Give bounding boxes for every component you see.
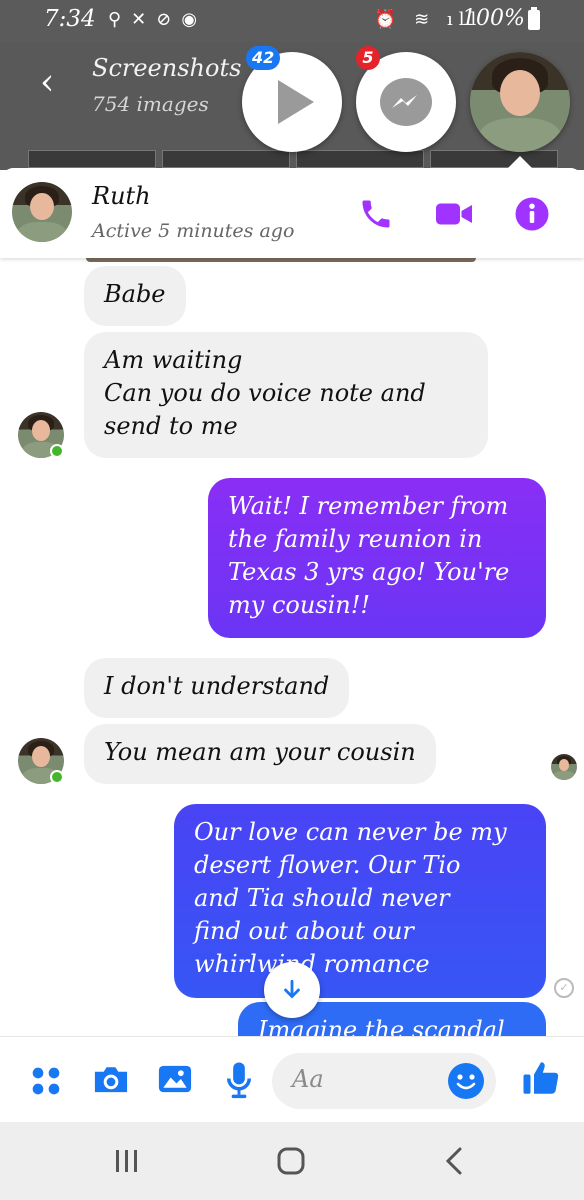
- composer-bar: Aa: [0, 1036, 584, 1122]
- message-outgoing[interactable]: Wait! I remember from the family reunion…: [208, 478, 546, 638]
- sheet-pointer: [508, 156, 532, 168]
- message-incoming[interactable]: You mean am your cousin: [84, 724, 436, 784]
- arrow-down-icon: [284, 979, 300, 999]
- battery-icon: [528, 7, 540, 30]
- online-indicator: [50, 444, 64, 458]
- gallery-thumbnails: [28, 150, 558, 168]
- notification-icons: ⚲✕⊘◉: [108, 9, 208, 30]
- camera-icon[interactable]: [92, 1061, 130, 1101]
- read-receipt-avatar: [551, 754, 577, 780]
- gallery-icon[interactable]: [156, 1061, 194, 1101]
- avatar: [470, 52, 570, 152]
- gallery-count: 754 images: [92, 92, 209, 116]
- online-indicator: [50, 770, 64, 784]
- scroll-to-bottom-button[interactable]: [264, 962, 320, 1018]
- status-time: 7:34: [44, 6, 96, 32]
- messenger-chat-head[interactable]: 5: [356, 46, 456, 152]
- active-status: Active 5 minutes ago: [92, 220, 295, 242]
- sender-avatar[interactable]: [18, 412, 64, 458]
- sent-check-icon: ✓: [554, 978, 574, 998]
- thumbs-up-icon[interactable]: [520, 1057, 562, 1103]
- message-incoming[interactable]: Am waiting Can you do voice note and sen…: [84, 332, 488, 458]
- navigation-bar: [0, 1122, 584, 1200]
- battery-percent: 100%: [462, 6, 525, 31]
- emoji-icon[interactable]: [448, 1063, 484, 1099]
- message-incoming[interactable]: I don't understand: [84, 658, 350, 718]
- mic-icon[interactable]: [224, 1061, 254, 1103]
- play-badge: 42: [246, 46, 281, 70]
- apps-icon[interactable]: [30, 1065, 62, 1101]
- contact-chat-head[interactable]: [470, 52, 570, 152]
- home-icon[interactable]: [276, 1146, 306, 1180]
- message-outgoing[interactable]: Our love can never be my desert flower. …: [174, 804, 546, 998]
- chat-header: Ruth Active 5 minutes ago: [0, 168, 584, 258]
- video-chat-head[interactable]: 42: [242, 46, 342, 152]
- status-bar: 7:34 ⚲✕⊘◉ ⏰ ≋ ıll 100%: [0, 0, 584, 42]
- screen: 7:34 ⚲✕⊘◉ ⏰ ≋ ıll 100% ‹ Screenshots 754…: [0, 0, 584, 1200]
- thumbnail[interactable]: [430, 150, 558, 168]
- messenger-icon: [380, 78, 432, 126]
- gallery-back-icon[interactable]: ‹: [40, 62, 54, 103]
- thumbnail[interactable]: [296, 150, 424, 168]
- recents-icon[interactable]: [112, 1148, 142, 1178]
- message-list[interactable]: Babe Am waiting Can you do voice note an…: [0, 258, 584, 1038]
- back-icon[interactable]: [442, 1146, 466, 1180]
- previous-media-edge: [86, 258, 476, 262]
- contact-avatar[interactable]: [12, 182, 72, 242]
- info-icon[interactable]: [514, 196, 550, 236]
- sender-avatar[interactable]: [18, 738, 64, 784]
- video-icon[interactable]: [434, 196, 474, 236]
- phone-icon[interactable]: [358, 196, 394, 236]
- messenger-badge: 5: [356, 46, 380, 70]
- gallery-title: Screenshots: [92, 54, 242, 82]
- contact-name[interactable]: Ruth: [92, 182, 151, 210]
- play-icon: [278, 80, 314, 124]
- thumbnail[interactable]: [28, 150, 156, 168]
- message-incoming[interactable]: Babe: [84, 266, 186, 326]
- thumbnail[interactable]: [162, 150, 290, 168]
- message-input-placeholder: Aa: [292, 1065, 324, 1093]
- message-input[interactable]: Aa: [272, 1053, 496, 1109]
